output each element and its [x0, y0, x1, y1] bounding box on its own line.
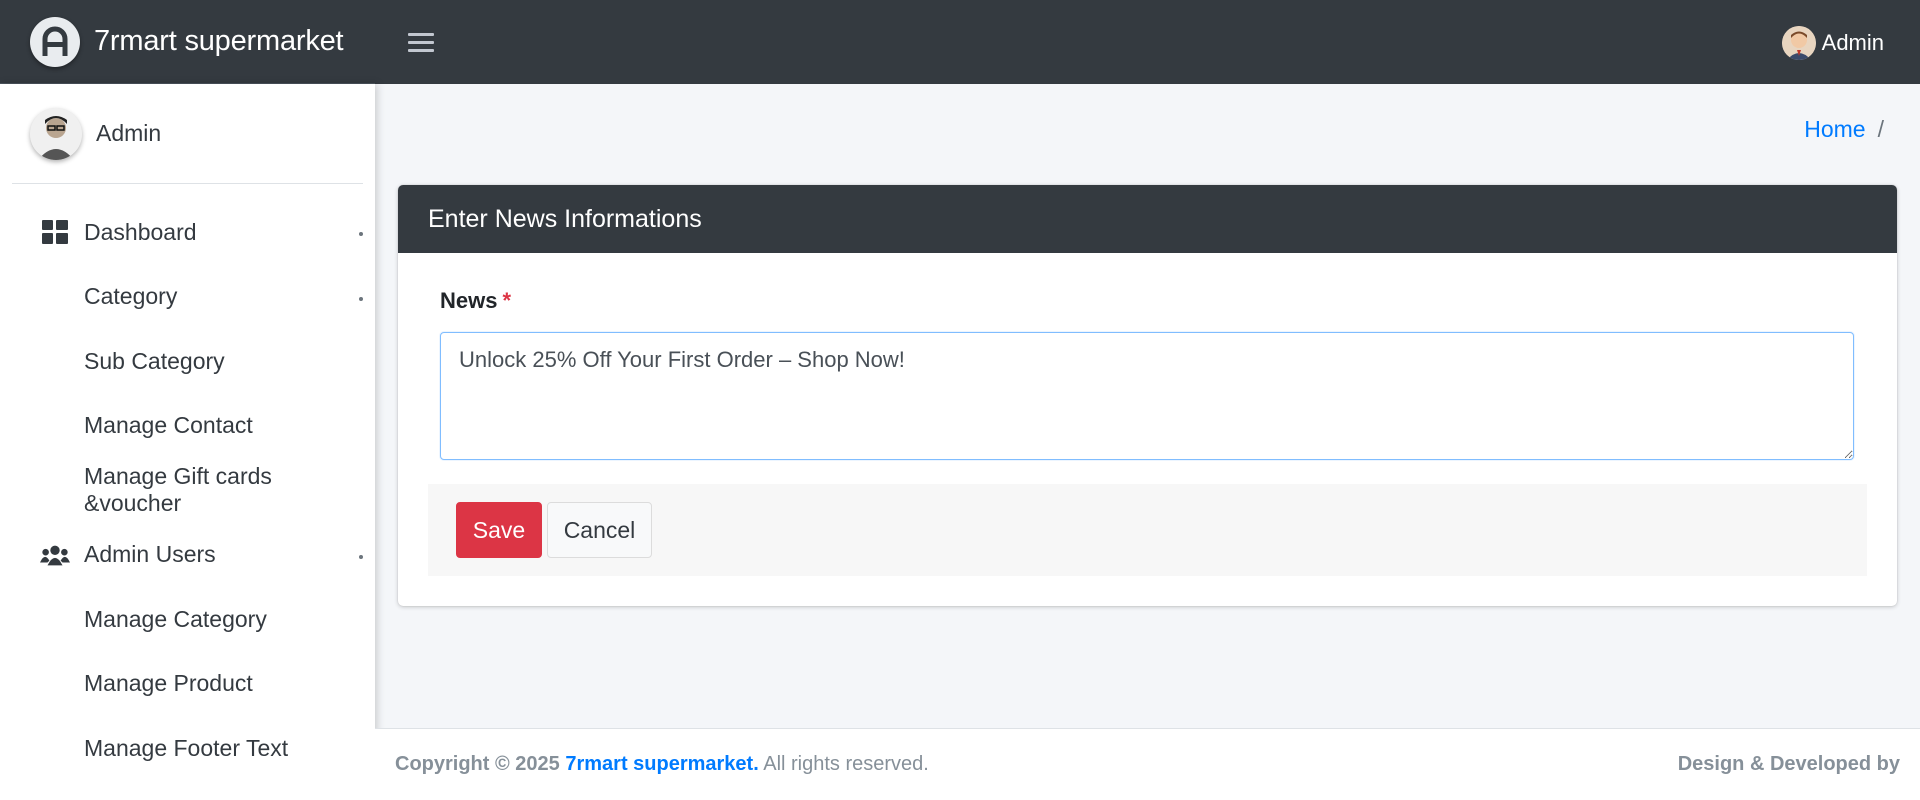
- top-user-name: Admin: [1821, 30, 1884, 55]
- sidebar-item-sub-category[interactable]: Sub Category: [0, 329, 375, 394]
- users-icon: [40, 543, 70, 567]
- page-footer: Copyright © 2025 7rmart supermarket. All…: [375, 728, 1920, 800]
- sidebar-item-label: Manage Contact: [84, 412, 253, 439]
- sidebar-item-manage-footer-text[interactable]: Manage Footer Text: [0, 716, 375, 781]
- sidebar-item-admin-users[interactable]: Admin Users: [0, 523, 375, 588]
- sidebar-item-manage-category[interactable]: Manage Category: [0, 587, 375, 652]
- sidebar-item-label: Manage Footer Text: [84, 734, 289, 761]
- brand-logo-icon: [30, 16, 80, 67]
- card-title: Enter News Informations: [428, 204, 702, 233]
- sidebar-item-dashboard[interactable]: Dashboard: [0, 200, 375, 265]
- menu-toggle-button[interactable]: [408, 27, 434, 57]
- sidebar: Admin Dashboard Category Sub Category Ma…: [0, 84, 375, 800]
- breadcrumb-home-link[interactable]: Home: [1804, 116, 1865, 143]
- card-footer: Save Cancel: [428, 484, 1867, 576]
- chevron-left-icon: [359, 296, 363, 301]
- sidebar-item-manage-gift-cards[interactable]: Manage Gift cards &voucher: [0, 458, 375, 523]
- sidebar-item-label: Manage Gift cards &voucher: [84, 463, 272, 517]
- card-header: Enter News Informations: [398, 185, 1897, 253]
- copyright-text: Copyright © 2025 7rmart supermarket. All…: [395, 753, 929, 775]
- save-button[interactable]: Save: [456, 502, 542, 558]
- breadcrumb: Home /: [1804, 116, 1884, 143]
- sidebar-item-label: Dashboard: [84, 218, 197, 245]
- news-field-label: News *: [440, 288, 512, 313]
- chevron-left-icon: [359, 232, 363, 237]
- sidebar-user-name: Admin: [96, 120, 162, 146]
- sidebar-item-category[interactable]: Category: [0, 265, 375, 330]
- required-mark: *: [502, 288, 512, 313]
- brand-name: 7rmart supermarket: [94, 25, 344, 57]
- sidebar-item-label: Admin Users: [84, 541, 216, 568]
- dashboard-grid-icon: [40, 220, 70, 245]
- sidebar-item-label: Manage Product: [84, 670, 253, 697]
- sidebar-item-label: Manage Category: [84, 605, 267, 632]
- user-menu-button[interactable]: Admin: [1781, 26, 1884, 60]
- chevron-left-icon: [359, 554, 363, 559]
- sidebar-user-panel[interactable]: Admin: [12, 84, 363, 184]
- top-navbar: 7rmart supermarket Admin: [0, 0, 1920, 84]
- hamburger-icon: [408, 32, 434, 36]
- brand-link[interactable]: 7rmart supermarket: [0, 0, 375, 84]
- sidebar-item-manage-product[interactable]: Manage Product: [0, 652, 375, 717]
- footer-credit: Design & Developed by: [1677, 753, 1900, 775]
- footer-company-link[interactable]: 7rmart supermarket.: [565, 753, 758, 775]
- news-form-card: Enter News Informations News * Unlock 25%…: [398, 185, 1897, 606]
- sidebar-item-manage-contact[interactable]: Manage Contact: [0, 394, 375, 459]
- cancel-button[interactable]: Cancel: [547, 502, 652, 558]
- sidebar-user-avatar: [30, 107, 82, 160]
- sidebar-item-label: Sub Category: [84, 347, 225, 374]
- sidebar-nav: Dashboard Category Sub Category Manage C…: [0, 184, 375, 781]
- breadcrumb-separator: /: [1877, 116, 1884, 142]
- sidebar-item-label: Category: [84, 283, 178, 310]
- news-textarea[interactable]: Unlock 25% Off Your First Order – Shop N…: [440, 332, 1854, 460]
- top-user-avatar: [1781, 26, 1816, 60]
